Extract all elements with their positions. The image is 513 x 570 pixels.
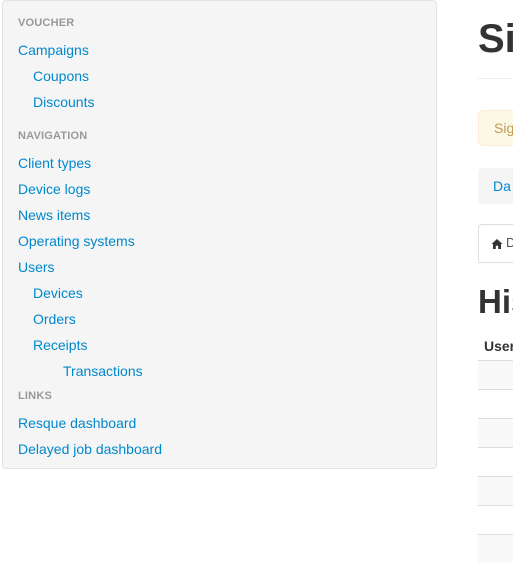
home-icon xyxy=(491,238,503,249)
breadcrumb-link[interactable]: Da xyxy=(493,178,511,194)
sidebar-item-resque-dashboard[interactable]: Resque dashboard xyxy=(18,415,136,431)
tab-dashboard-label: D xyxy=(506,235,513,250)
tab-bar: D xyxy=(478,224,513,263)
nav-header-links: Links xyxy=(18,390,52,402)
breadcrumb[interactable]: Da xyxy=(478,168,513,204)
alert-message: Sig xyxy=(478,110,513,146)
nav-header-navigation: Navigation xyxy=(18,130,88,142)
title-divider xyxy=(478,78,513,79)
sidebar-item-client-types[interactable]: Client types xyxy=(18,155,91,171)
section-title-history: His xyxy=(478,283,513,320)
sidebar-nav: Voucher Campaigns Coupons Discounts Navi… xyxy=(2,0,437,469)
sidebar-item-coupons[interactable]: Coupons xyxy=(33,68,89,84)
sidebar-item-users[interactable]: Users xyxy=(18,259,55,275)
nav-header-voucher: Voucher xyxy=(18,17,75,29)
table-row xyxy=(478,418,513,447)
sidebar-item-discounts[interactable]: Discounts xyxy=(33,94,94,110)
sidebar-item-receipts[interactable]: Receipts xyxy=(33,337,87,353)
table-header-user: User xyxy=(484,338,513,354)
sidebar-item-transactions[interactable]: Transactions xyxy=(63,363,143,379)
page-title: Si xyxy=(478,17,513,61)
table-row xyxy=(478,476,513,505)
page: Voucher Campaigns Coupons Discounts Navi… xyxy=(0,0,513,570)
sidebar-item-operating-systems[interactable]: Operating systems xyxy=(18,233,135,249)
sidebar-item-campaigns[interactable]: Campaigns xyxy=(18,42,89,58)
table-row xyxy=(478,447,513,476)
sidebar-item-news-items[interactable]: News items xyxy=(18,207,90,223)
sidebar-item-devices[interactable]: Devices xyxy=(33,285,83,301)
table-row xyxy=(478,389,513,418)
sidebar-item-orders[interactable]: Orders xyxy=(33,311,76,327)
table-row xyxy=(478,360,513,389)
table-row xyxy=(478,505,513,534)
tab-dashboard[interactable]: D xyxy=(478,224,513,262)
sidebar-item-delayed-job-dashboard[interactable]: Delayed job dashboard xyxy=(18,441,162,457)
table-row xyxy=(478,534,513,563)
sidebar-item-device-logs[interactable]: Device logs xyxy=(18,181,90,197)
